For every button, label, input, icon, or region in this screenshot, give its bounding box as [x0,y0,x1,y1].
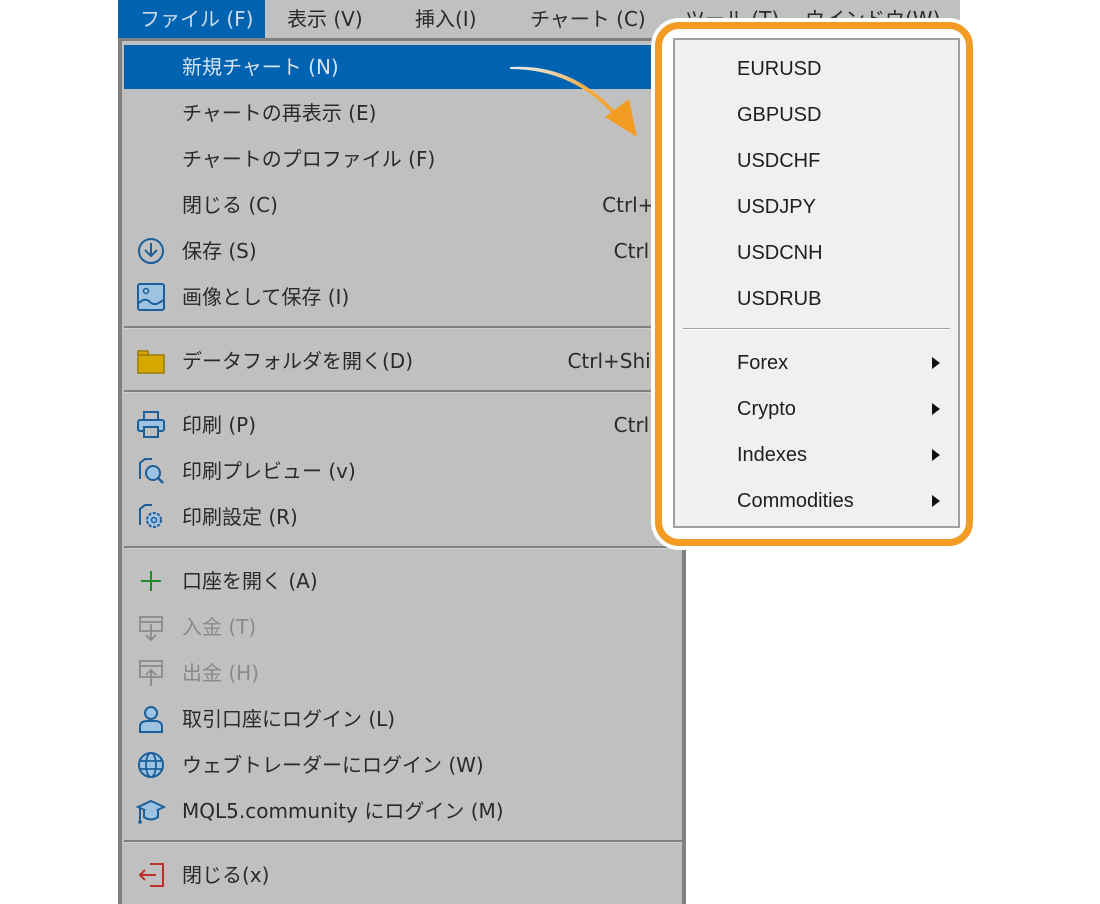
menu-item-deposit[interactable]: 入金 (T) [124,605,682,649]
symbol-label: USDRUB [737,288,822,310]
annotation-arrow-icon [510,66,637,137]
user-icon [139,706,163,733]
menu-item-label: 閉じる(x) [182,863,270,887]
symbol-label: EURUSD [737,58,822,80]
menu-item-withdraw[interactable]: 出金 (H) [124,651,682,695]
menu-item-label: 入金 (T) [182,615,257,639]
folder-icon [137,350,165,374]
submenu-category-indexes[interactable]: Indexes [675,432,958,478]
menu-insert[interactable]: 挿入(I) [393,0,499,38]
menu-item-print-preview[interactable]: 印刷プレビュー (v) [124,449,682,493]
menu-item-label: 出金 (H) [182,661,260,685]
menu-view[interactable]: 表示 (V) [265,0,385,38]
submenu-category-crypto[interactable]: Crypto [675,386,958,432]
graduation-cap-icon [136,799,166,824]
submenu-symbol-usdchf[interactable]: USDCHF [675,138,958,184]
menu-item-print[interactable]: 印刷 (P) Ctrl+ [124,403,682,447]
submenu-symbol-eurusd[interactable]: EURUSD [675,46,958,92]
category-label: Forex [737,352,789,374]
menu-item-login-webtrader[interactable]: ウェブトレーダーにログイン (W) [124,743,682,787]
symbol-label: USDJPY [737,196,816,218]
menu-item-save-as-image[interactable]: 画像として保存 (I) [124,275,682,319]
plus-icon [141,571,161,591]
menu-item-label: 閉じる (C) [182,193,278,217]
separator [124,390,682,393]
symbol-label: USDCHF [737,150,821,172]
menu-file[interactable]: ファイル (F) [118,0,265,38]
menu-item-label: 新規チャート (N) [182,55,339,79]
menu-item-save[interactable]: 保存 (S) Ctrl+ [124,229,682,273]
separator [124,326,682,329]
exit-icon [138,863,164,887]
menu-item-label: MQL5.community にログイン (M) [182,799,504,823]
print-settings-icon [139,504,162,528]
symbol-label: USDCNH [737,242,823,264]
submenu-category-forex[interactable]: Forex [675,340,958,386]
menu-item-label: 取引口座にログイン (L) [182,707,396,731]
menu-item-label: ウェブトレーダーにログイン (W) [182,753,484,777]
submenu-category-commodities[interactable]: Commodities [675,478,958,524]
menu-item-close-chart[interactable]: 閉じる (C) Ctrl+F [124,183,682,227]
save-download-icon [138,238,164,264]
new-chart-submenu: EURUSD GBPUSD USDCHF USDJPY USDCNH USDRU… [673,38,960,528]
separator [683,328,950,330]
file-menu: 新規チャート (N) チャートの再表示 (E) チャートのプロファイル (F) … [118,38,686,904]
menu-item-label: 保存 (S) [182,239,257,263]
submenu-symbol-usdjpy[interactable]: USDJPY [675,184,958,230]
menu-item-label: 印刷プレビュー (v) [182,459,356,483]
menu-chart[interactable]: チャート (C) [508,0,668,38]
submenu-symbol-usdcnh[interactable]: USDCNH [675,230,958,276]
menu-item-label: 印刷 (P) [182,413,257,437]
globe-icon [138,752,164,778]
menu-item-label: チャートのプロファイル (F) [182,147,436,171]
image-icon [137,283,165,311]
menu-item-label: 口座を開く (A) [182,569,318,593]
submenu-symbol-usdrub[interactable]: USDRUB [675,276,958,322]
printer-icon [137,411,165,438]
menu-item-login-account[interactable]: 取引口座にログイン (L) [124,697,682,741]
menu-item-exit[interactable]: 閉じる(x) [124,853,682,897]
withdraw-icon [139,660,163,686]
chevron-right-icon [932,357,940,369]
separator [124,840,682,843]
print-preview-icon [139,458,164,484]
chevron-right-icon [932,449,940,461]
menu-item-label: 印刷設定 (R) [182,505,298,529]
menu-item-print-settings[interactable]: 印刷設定 (R) [124,495,682,539]
menu-item-open-account[interactable]: 口座を開く (A) [124,559,682,603]
category-label: Indexes [737,444,808,466]
chevron-right-icon [932,495,940,507]
separator [124,546,682,549]
submenu-symbol-gbpusd[interactable]: GBPUSD [675,92,958,138]
chevron-right-icon [932,403,940,415]
deposit-icon [139,616,163,641]
category-label: Commodities [737,490,854,512]
symbol-label: GBPUSD [737,104,822,126]
menu-item-open-data-folder[interactable]: データフォルダを開く(D) Ctrl+Shift+ [124,339,682,383]
category-label: Crypto [737,398,796,420]
menu-item-label: データフォルダを開く(D) [182,349,414,373]
menu-item-label: チャートの再表示 (E) [182,101,377,125]
menu-item-login-mql5[interactable]: MQL5.community にログイン (M) [124,789,682,833]
menu-item-label: 画像として保存 (I) [182,285,350,309]
